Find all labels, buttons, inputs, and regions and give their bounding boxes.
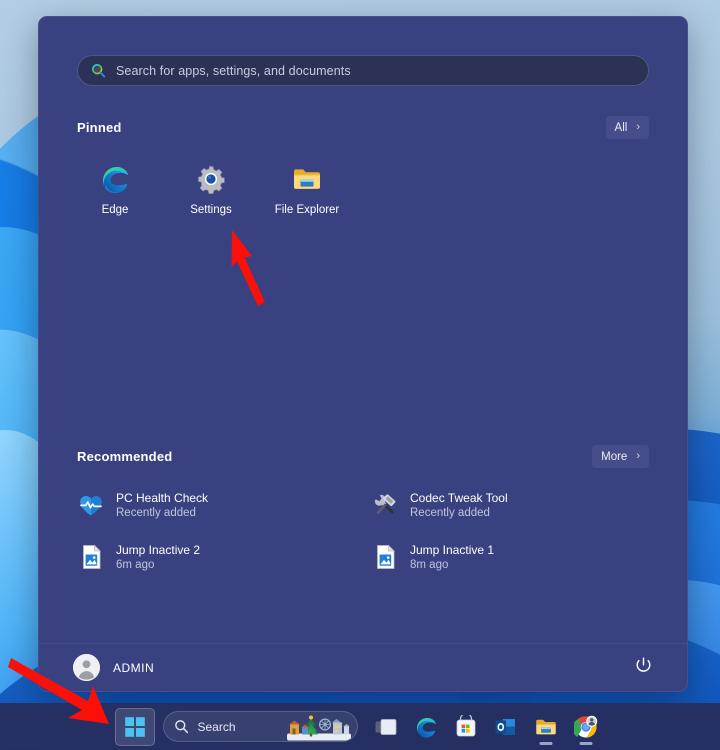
taskbar-item-microsoft-store[interactable] [446,708,486,746]
recommended-items-grid: PC Health Check Recently added Codec Twe… [39,468,687,580]
edge-icon [416,717,436,738]
pinned-section: Pinned All › Edge Settings File Explorer [39,116,687,229]
recommended-title: Recommended [77,449,173,464]
all-apps-button[interactable]: All › [605,116,649,139]
file-explorer-icon [535,719,556,734]
recommended-header: Recommended More › [39,445,687,468]
chevron-right-icon: › [636,121,640,133]
recommended-item-text: PC Health Check Recently added [116,491,208,519]
pinned-app-edge[interactable]: Edge [67,153,163,229]
recommended-item-text: Codec Tweak Tool Recently added [410,491,508,519]
recommended-item-name: Jump Inactive 2 [116,543,201,557]
taskbar-item-task-view[interactable] [366,708,406,746]
holiday-village-art [286,715,351,740]
taskbar-item-file-explorer[interactable] [526,708,566,746]
recommended-item-name: Jump Inactive 1 [410,543,495,557]
recommended-item-jump-inactive-1[interactable]: Jump Inactive 1 8m ago [363,534,657,580]
pinned-app-settings[interactable]: Settings [163,153,259,229]
taskbar-active-indicator [579,741,592,745]
search-icon [91,63,106,78]
start-search-placeholder: Search for apps, settings, and documents [116,63,351,78]
recommended-item-subtitle: 8m ago [410,559,449,571]
user-account-button[interactable]: ADMIN [73,654,154,681]
codec-tweak-tool-icon [374,494,396,515]
pinned-apps-grid: Edge Settings File Explorer [39,139,687,229]
pinned-app-label: File Explorer [274,204,340,216]
recommended-item-subtitle: Recently added [410,507,490,519]
pinned-app-label: Settings [190,204,232,216]
settings-gear-icon [198,165,225,194]
recommended-item-text: Jump Inactive 2 6m ago [116,543,200,571]
task-view-icon [375,718,396,735]
outlook-icon [495,718,515,735]
pc-health-check-icon [80,496,102,516]
user-avatar-icon [73,654,100,681]
recommended-item-codec-tweak-tool[interactable]: Codec Tweak Tool Recently added [363,482,657,528]
power-icon [636,656,651,672]
recommended-item-jump-inactive-2[interactable]: Jump Inactive 2 6m ago [69,534,363,580]
start-menu-panel: Search for apps, settings, and documents… [38,16,688,692]
recommended-section: Recommended More › PC Health Check Recen… [39,445,687,580]
recommended-item-name: PC Health Check [116,491,209,505]
power-button[interactable] [634,656,653,680]
taskbar-search-box[interactable]: Search [162,711,358,742]
pinned-app-label: Edge [101,204,129,216]
account-bar: ADMIN [39,643,687,691]
taskbar: Search [0,703,720,750]
user-name-label: ADMIN [113,660,155,675]
start-search-container: Search for apps, settings, and documents [39,17,687,86]
taskbar-item-outlook[interactable] [486,708,526,746]
chrome-icon [573,715,597,738]
recommended-item-name: Codec Tweak Tool [410,491,508,505]
all-apps-label: All [614,121,628,134]
image-document-icon [83,544,101,569]
pinned-header: Pinned All › [39,116,687,139]
chevron-right-icon: › [636,450,640,462]
pinned-title: Pinned [77,120,122,135]
windows-logo-icon [124,716,145,737]
pinned-app-file-explorer[interactable]: File Explorer [259,153,355,229]
recommended-item-text: Jump Inactive 1 8m ago [410,543,494,571]
image-document-icon [377,544,395,569]
taskbar-item-edge[interactable] [406,708,446,746]
recommended-item-subtitle: 6m ago [116,559,155,571]
more-recommended-button[interactable]: More › [592,445,649,468]
edge-icon [103,167,129,194]
taskbar-item-chrome[interactable] [566,708,606,746]
search-icon [174,720,188,734]
start-menu-body: Search for apps, settings, and documents… [39,17,687,643]
start-search-input[interactable]: Search for apps, settings, and documents [77,55,649,86]
recommended-item-subtitle: Recently added [116,507,196,519]
recommended-item-pc-health-check[interactable]: PC Health Check Recently added [69,482,363,528]
microsoft-store-icon [456,714,475,736]
taskbar-active-indicator [539,741,552,745]
file-explorer-icon [294,169,320,189]
more-label: More [601,450,628,463]
taskbar-start-button[interactable] [114,707,155,746]
avatar [73,654,100,681]
taskbar-search-label: Search [197,719,236,734]
